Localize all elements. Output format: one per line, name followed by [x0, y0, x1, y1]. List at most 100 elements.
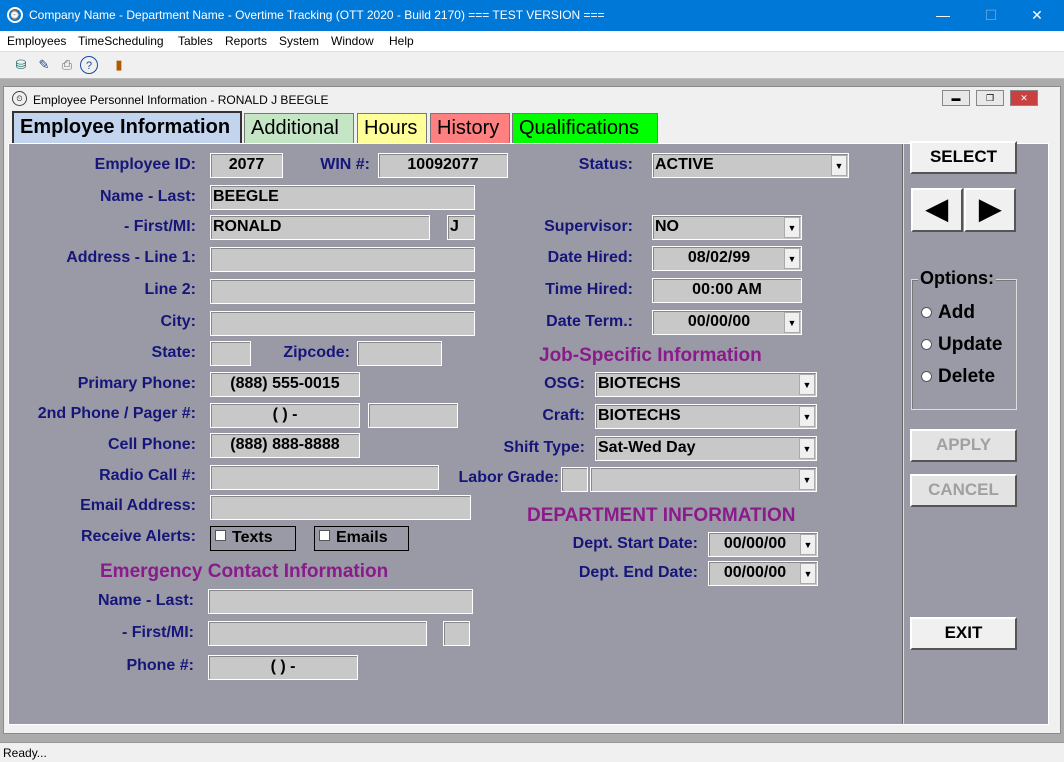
print-icon[interactable]: ⎙ — [58, 56, 76, 74]
chevron-down-icon[interactable]: ▼ — [799, 374, 815, 395]
date-term-field[interactable]: 00/00/00 ▼ — [652, 310, 802, 335]
menu-bar: Employees TimeScheduling Tables Reports … — [0, 31, 1064, 52]
tab-label: Additional — [251, 117, 339, 139]
add-radio[interactable]: Add — [921, 302, 975, 324]
child-restore-button[interactable]: ❐ — [976, 90, 1004, 106]
date-term-value: 00/00/00 — [687, 313, 751, 330]
cancel-button[interactable]: CANCEL — [910, 474, 1017, 507]
address-line1-field[interactable] — [210, 247, 475, 272]
osg-select[interactable]: BIOTECHS ▼ — [595, 372, 817, 397]
arrow-right-icon: ▶ — [979, 193, 1001, 224]
menu-tables[interactable]: Tables — [178, 34, 213, 48]
email-field[interactable] — [210, 495, 471, 520]
tab-hours[interactable]: Hours — [357, 113, 427, 144]
close-button[interactable]: ✕ — [1014, 0, 1060, 31]
date-hired-field[interactable]: 08/02/99 ▼ — [652, 246, 802, 271]
city-field[interactable] — [210, 311, 475, 336]
help-icon[interactable]: ? — [80, 56, 98, 74]
state-field[interactable] — [210, 341, 251, 366]
tab-additional[interactable]: Additional — [244, 113, 354, 144]
chevron-down-icon[interactable]: ▼ — [799, 406, 815, 427]
update-radio[interactable]: Update — [921, 334, 1002, 356]
maximize-button[interactable]: ☐ — [968, 0, 1014, 31]
checkbox-box[interactable] — [215, 530, 226, 541]
email-label: Email Address: — [80, 497, 196, 514]
supervisor-select[interactable]: NO ▼ — [652, 215, 802, 240]
menu-window[interactable]: Window — [331, 34, 374, 48]
texts-checkbox[interactable]: Texts — [210, 526, 296, 551]
minimize-button[interactable]: — — [920, 0, 966, 31]
checkbox-box[interactable] — [319, 530, 330, 541]
address-line2-field[interactable] — [210, 279, 475, 304]
tab-qualifications[interactable]: Qualifications — [512, 113, 658, 144]
chevron-down-icon[interactable]: ▼ — [784, 312, 800, 333]
address-line1-label: Address - Line 1: — [66, 249, 196, 266]
apply-button[interactable]: APPLY — [910, 429, 1017, 462]
tab-employee-information[interactable]: Employee Information — [12, 111, 242, 145]
ec-name-last-field[interactable] — [208, 589, 473, 614]
tab-history[interactable]: History — [430, 113, 510, 144]
chevron-down-icon[interactable]: ▼ — [831, 155, 847, 176]
second-phone-label: 2nd Phone / Pager #: — [37, 405, 196, 422]
job-specific-heading: Job-Specific Information — [539, 345, 762, 366]
menu-timescheduling[interactable]: TimeScheduling — [78, 34, 164, 48]
chevron-down-icon[interactable]: ▼ — [799, 438, 815, 459]
zipcode-field[interactable] — [357, 341, 442, 366]
emails-checkbox[interactable]: Emails — [314, 526, 409, 551]
chevron-down-icon[interactable]: ▼ — [800, 563, 816, 584]
menu-employees[interactable]: Employees — [7, 34, 66, 48]
employee-id-field[interactable]: 2077 — [210, 153, 283, 178]
status-select[interactable]: ACTIVE ▼ — [652, 153, 849, 178]
radio-call-field[interactable] — [210, 465, 439, 490]
radio-circle[interactable] — [921, 371, 932, 383]
pager-field[interactable] — [368, 403, 458, 428]
select-button[interactable]: SELECT — [910, 141, 1017, 174]
first-name-field[interactable]: RONALD — [210, 215, 430, 240]
ec-middle-initial-field[interactable] — [443, 621, 470, 646]
texts-label: Texts — [232, 529, 273, 546]
shift-type-value: Sat-Wed Day — [598, 439, 696, 456]
child-close-button[interactable]: ✕ — [1010, 90, 1038, 106]
edit-icon[interactable]: ✎ — [35, 56, 53, 74]
menu-help[interactable]: Help — [389, 34, 414, 48]
next-record-button[interactable]: ▶ — [964, 188, 1016, 232]
menu-reports[interactable]: Reports — [225, 34, 267, 48]
address-line2-label: Line 2: — [144, 281, 196, 298]
shift-type-select[interactable]: Sat-Wed Day ▼ — [595, 436, 817, 461]
name-last-label: Name - Last: — [99, 188, 196, 205]
chevron-down-icon[interactable]: ▼ — [799, 469, 815, 490]
panel-divider — [902, 144, 903, 724]
chevron-down-icon[interactable]: ▼ — [784, 248, 800, 269]
craft-select[interactable]: BIOTECHS ▼ — [595, 404, 817, 429]
dept-end-label: Dept. End Date: — [578, 564, 698, 581]
radio-circle[interactable] — [921, 339, 932, 351]
child-minimize-button[interactable]: ▬ — [942, 90, 970, 106]
exit-button[interactable]: EXIT — [910, 617, 1017, 650]
labor-grade-code-field[interactable] — [561, 467, 588, 492]
ec-phone-field[interactable]: ( ) - — [208, 655, 358, 680]
delete-radio[interactable]: Delete — [921, 366, 995, 388]
database-icon[interactable]: ⛁ — [12, 56, 30, 74]
labor-grade-select[interactable]: ▼ — [590, 467, 817, 492]
name-last-field[interactable]: BEEGLE — [210, 185, 475, 210]
arrow-left-icon: ◀ — [926, 193, 948, 224]
dept-end-field[interactable]: 00/00/00 ▼ — [708, 561, 818, 586]
second-phone-field[interactable]: ( ) - — [210, 403, 360, 428]
exit-door-icon[interactable]: ▮ — [110, 56, 128, 74]
primary-phone-field[interactable]: (888) 555-0015 — [210, 372, 360, 397]
dept-start-value: 00/00/00 — [723, 535, 787, 552]
menu-system[interactable]: System — [279, 34, 319, 48]
ec-first-name-field[interactable] — [208, 621, 427, 646]
previous-record-button[interactable]: ◀ — [911, 188, 963, 232]
status-value: ACTIVE — [655, 156, 714, 173]
win-field[interactable]: 10092077 — [378, 153, 508, 178]
time-hired-field[interactable]: 00:00 AM — [652, 278, 802, 303]
dept-start-field[interactable]: 00/00/00 ▼ — [708, 532, 818, 557]
cell-phone-field[interactable]: (888) 888-8888 — [210, 433, 360, 458]
middle-initial-field[interactable]: J — [447, 215, 475, 240]
chevron-down-icon[interactable]: ▼ — [800, 534, 816, 555]
radio-circle[interactable] — [921, 307, 932, 319]
craft-label: Craft: — [542, 407, 585, 424]
shift-type-label: Shift Type: — [503, 439, 585, 456]
chevron-down-icon[interactable]: ▼ — [784, 217, 800, 238]
